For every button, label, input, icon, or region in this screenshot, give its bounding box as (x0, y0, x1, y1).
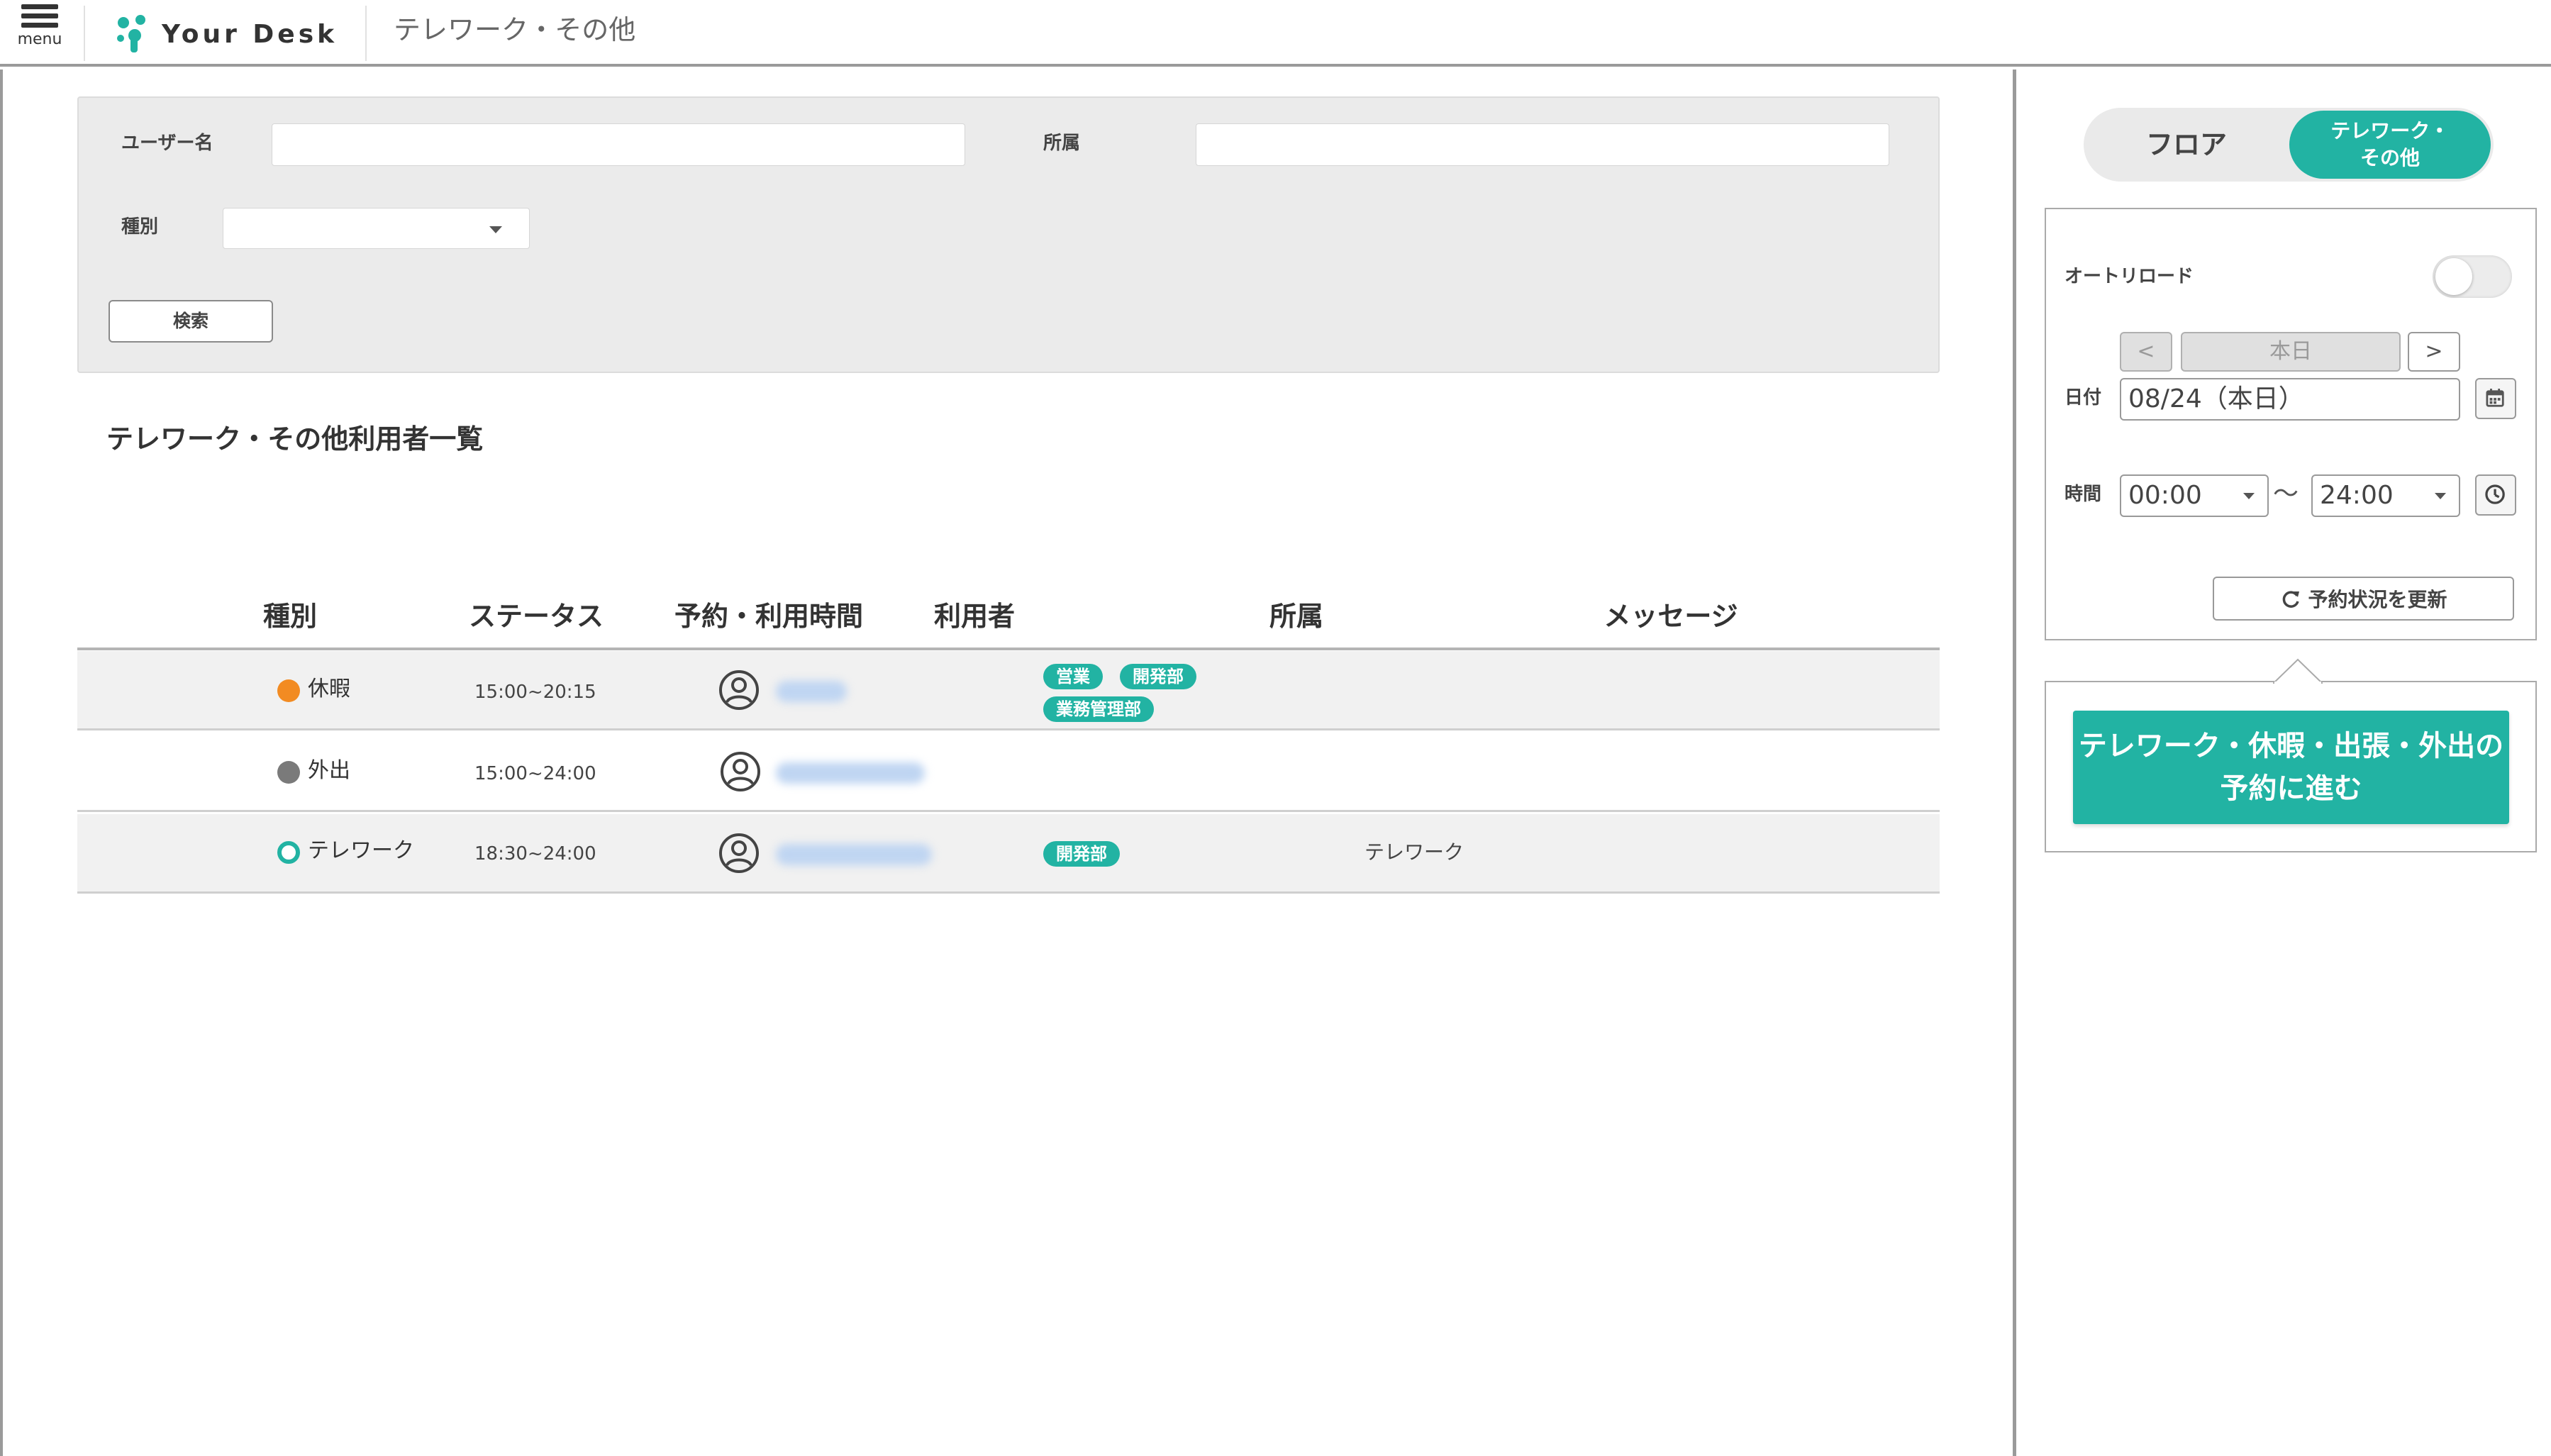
column-header-user: 利用者 (933, 601, 1016, 632)
username-label: ユーザー名 (121, 133, 213, 154)
hamburger-icon (21, 4, 58, 9)
vacation-status-icon (277, 679, 300, 702)
proceed-to-reservation-button[interactable]: テレワーク・休暇・出張・外出の 予約に進む (2073, 711, 2509, 824)
clock-icon (2485, 484, 2505, 504)
clock-button[interactable] (2475, 474, 2516, 516)
chevron-down-icon (489, 226, 502, 233)
time-range-separator: 〜 (2273, 479, 2299, 509)
table-row[interactable]: 外出 15:00~24:00 (77, 733, 1940, 812)
table-row[interactable]: 休暇 15:00~20:15 営業 開発部 業務管理部 (77, 651, 1940, 730)
chevron-down-icon (2243, 493, 2255, 499)
menu-button[interactable]: menu (11, 3, 68, 60)
refresh-icon (2283, 591, 2300, 608)
user-name-redacted[interactable] (776, 762, 925, 784)
user-avatar-icon (719, 833, 759, 873)
date-label: 日付 (2064, 387, 2102, 409)
username-input[interactable] (272, 123, 965, 166)
time-to-select[interactable]: 24:00 (2311, 474, 2460, 517)
table-row[interactable]: テレワーク 18:30~24:00 開発部 テレワーク (77, 814, 1940, 894)
affiliation-label: 所属 (1043, 133, 1081, 154)
view-toggle: フロア テレワーク・ その他 (2084, 108, 2494, 182)
menu-label: menu (17, 30, 62, 48)
time-label: 時間 (2064, 484, 2102, 505)
header-divider (84, 6, 85, 61)
reservation-controls: オートリロード < 本日 > 日付 08/24（本日） 時間 00:00 〜 2 (2045, 208, 2537, 640)
outing-status-icon (277, 761, 300, 784)
affiliation-input[interactable] (1196, 123, 1889, 166)
main-content: ユーザー名 所属 種別 検索 テレワーク・その他利用者一覧 種別 ステータス 予… (0, 70, 2013, 1456)
date-field[interactable]: 08/24（本日） (2120, 378, 2460, 421)
user-name-redacted[interactable] (776, 681, 847, 702)
table-header-divider (77, 648, 1940, 650)
logo-text: Your Desk (162, 19, 338, 49)
affiliation-tag: 営業 (1043, 664, 1103, 689)
column-header-time: 予約・利用時間 (674, 601, 864, 632)
column-header-affiliation: 所属 (1269, 601, 1324, 632)
sidebar: フロア テレワーク・ その他 オートリロード < 本日 > 日付 08/24（本… (2013, 70, 2551, 1456)
row-type: テレワーク (308, 838, 414, 863)
calendar-button[interactable] (2475, 378, 2516, 419)
time-from-select[interactable]: 00:00 (2120, 474, 2269, 517)
user-avatar-icon (721, 752, 760, 791)
row-time: 15:00~20:15 (474, 682, 596, 703)
calendar-icon (2486, 389, 2504, 407)
row-time: 15:00~24:00 (474, 763, 596, 784)
row-message: テレワーク (1365, 840, 1465, 864)
column-header-type: 種別 (262, 601, 318, 632)
today-button[interactable]: 本日 (2181, 332, 2401, 372)
telework-status-icon (277, 841, 300, 864)
list-title: テレワーク・その他利用者一覧 (106, 423, 484, 455)
prev-day-button[interactable]: < (2120, 332, 2172, 372)
header-divider (365, 6, 367, 61)
row-type: 外出 (308, 758, 350, 783)
affiliation-tag: 開発部 (1043, 841, 1120, 867)
logo[interactable]: Your Desk (113, 13, 338, 55)
type-select[interactable] (223, 208, 530, 249)
app-header: menu Your Desk テレワーク・その他 (0, 0, 2551, 67)
auto-reload-label: オートリロード (2064, 266, 2194, 287)
next-day-button[interactable]: > (2408, 332, 2460, 372)
type-label: 種別 (121, 216, 159, 238)
row-time: 18:30~24:00 (474, 843, 596, 865)
chevron-down-icon (2435, 493, 2446, 499)
row-type: 休暇 (308, 677, 350, 701)
affiliation-tag: 開発部 (1120, 664, 1196, 689)
tab-telework[interactable]: テレワーク・ その他 (2289, 111, 2491, 179)
logo-icon (117, 15, 145, 52)
search-panel: ユーザー名 所属 種別 検索 (77, 96, 1940, 373)
refresh-reservations-button[interactable]: 予約状況を更新 (2213, 577, 2514, 621)
tab-floor[interactable]: フロア (2084, 108, 2289, 182)
auto-reload-toggle[interactable] (2433, 255, 2512, 298)
column-header-status: ステータス (468, 601, 604, 632)
column-header-message: メッセージ (1604, 601, 1738, 632)
affiliation-tag: 業務管理部 (1043, 696, 1154, 722)
search-button[interactable]: 検索 (109, 300, 273, 343)
user-name-redacted[interactable] (776, 844, 932, 865)
page-title: テレワーク・その他 (394, 14, 636, 45)
user-avatar-icon (719, 670, 759, 710)
reservation-cta-box: テレワーク・休暇・出張・外出の 予約に進む (2045, 658, 2537, 852)
